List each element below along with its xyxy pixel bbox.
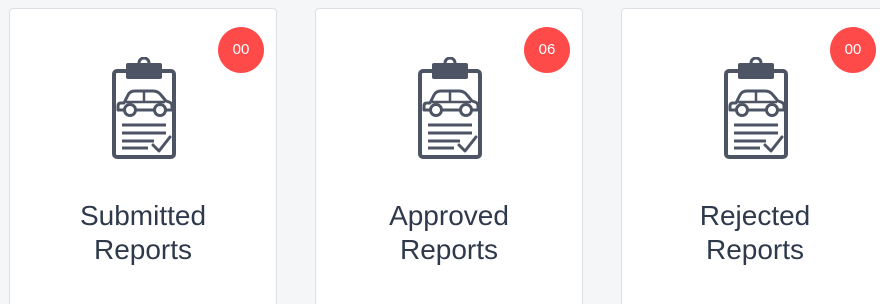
report-cards: 00 Submitted Reports 06 Approved Reports… bbox=[0, 0, 880, 304]
count-badge: 00 bbox=[830, 27, 876, 73]
card-label: Rejected Reports bbox=[622, 199, 880, 267]
count-badge: 06 bbox=[524, 27, 570, 73]
clipboard-car-report-icon bbox=[414, 57, 486, 161]
clipboard-car-report-icon bbox=[108, 57, 180, 161]
card-label-line2: Reports bbox=[93, 234, 193, 265]
card-label: Approved Reports bbox=[316, 199, 582, 267]
card-label-line1: Rejected bbox=[699, 200, 811, 231]
clipboard-car-report-icon bbox=[720, 57, 792, 161]
card-label-line2: Reports bbox=[399, 234, 499, 265]
card-label-line1: Approved bbox=[389, 200, 509, 231]
card-label-line1: Submitted bbox=[79, 200, 207, 231]
approved-reports-card[interactable]: 06 Approved Reports bbox=[315, 8, 583, 304]
rejected-reports-card[interactable]: 00 Rejected Reports bbox=[621, 8, 880, 304]
submitted-reports-card[interactable]: 00 Submitted Reports bbox=[9, 8, 277, 304]
card-label-line2: Reports bbox=[705, 234, 805, 265]
count-badge: 00 bbox=[218, 27, 264, 73]
card-label: Submitted Reports bbox=[10, 199, 276, 267]
